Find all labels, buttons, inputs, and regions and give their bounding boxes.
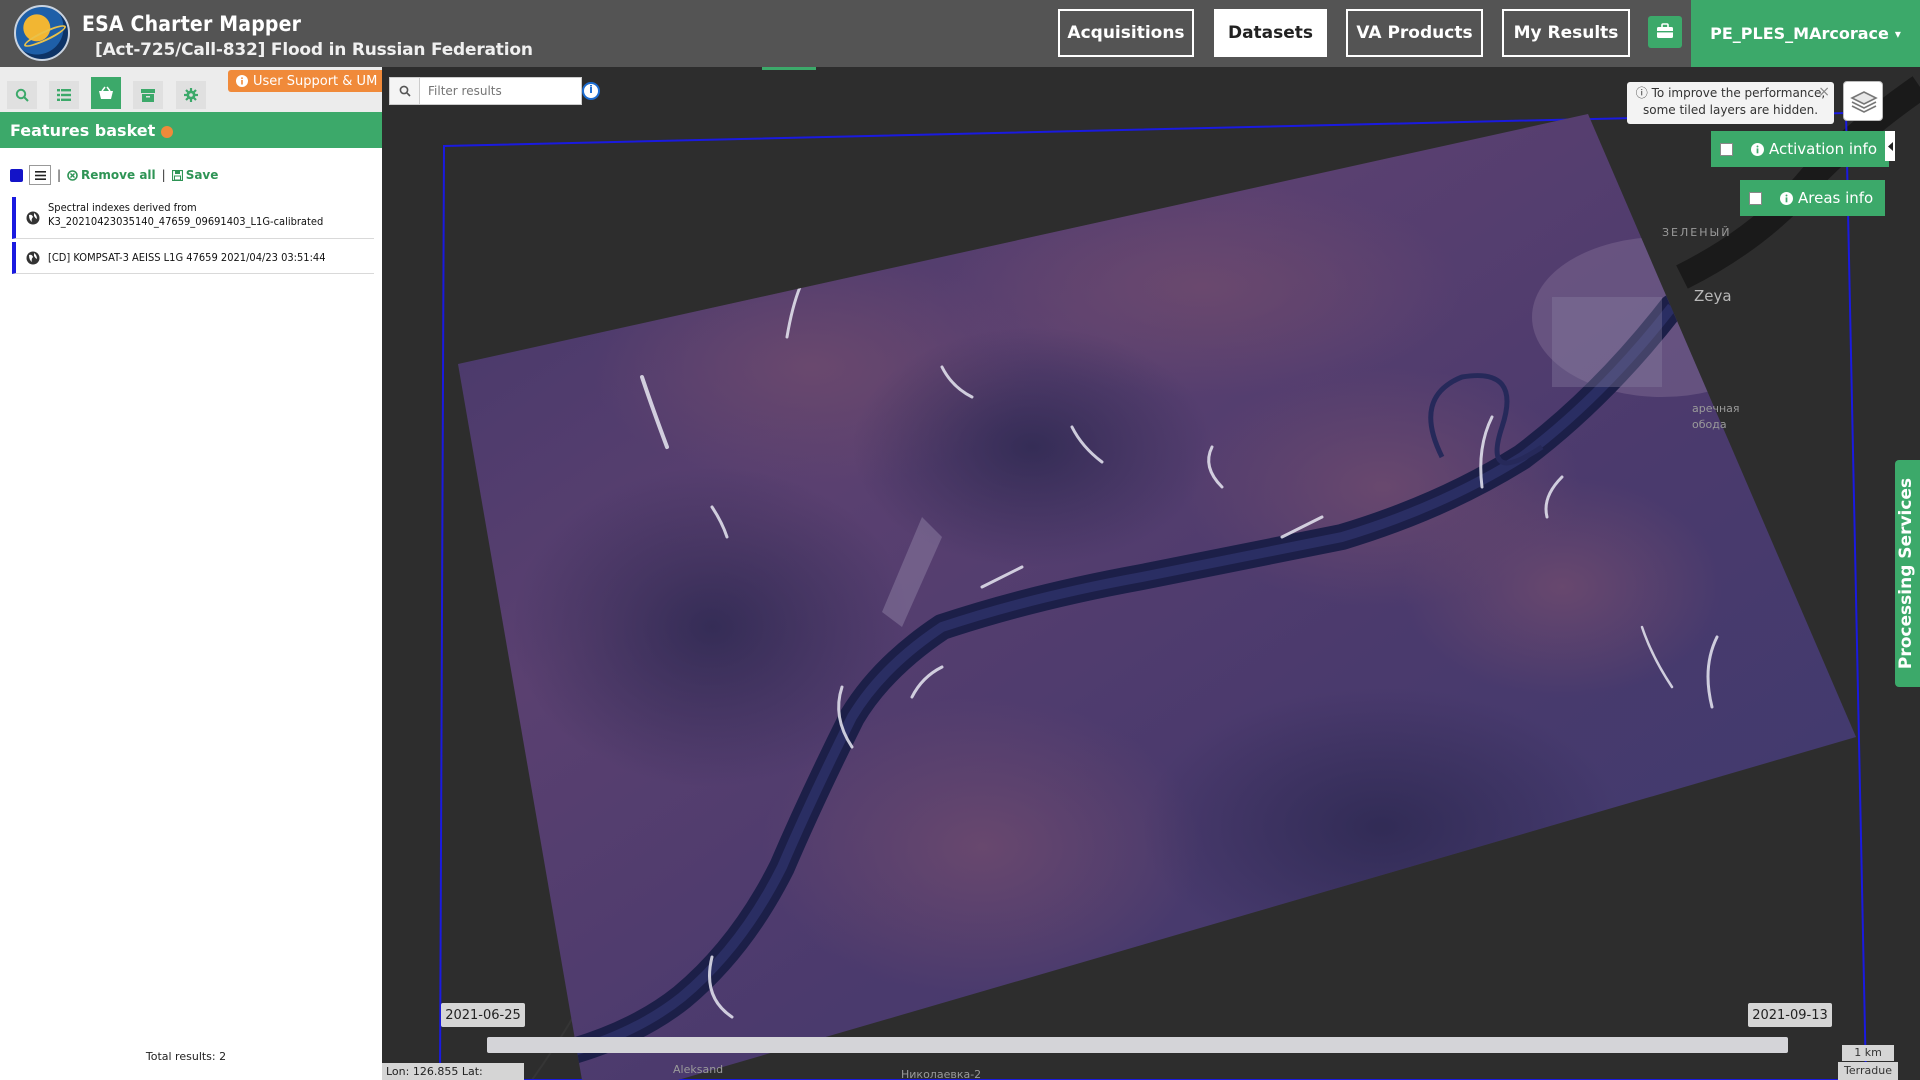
rss-icon[interactable]: [161, 125, 174, 138]
activation-title: [Act-725/Call-832] Flood in Russian Fede…: [95, 40, 533, 60]
areas-info-toggle: Areas info: [1740, 180, 1886, 216]
place-label: Zeya: [1694, 287, 1732, 305]
info-icon: [1780, 191, 1793, 205]
save-label: Save: [185, 168, 219, 182]
app-header: ESA Charter Mapper [Act-725/Call-832] Fl…: [0, 0, 1920, 67]
areas-info-label: Areas info: [1798, 189, 1874, 207]
basket-item-label: [CD] KOMPSAT-3 AEISS L1G 47659 2021/04/2…: [48, 251, 326, 264]
activation-info-toggle: Activation info: [1711, 131, 1889, 167]
activation-info-button[interactable]: Activation info: [1741, 131, 1889, 167]
remove-circle-icon: [67, 169, 78, 181]
info-icon: ⓘ: [1635, 86, 1652, 100]
place-label: ЗЕЛЕНЫЙ: [1662, 226, 1732, 239]
collapse-right-button[interactable]: [1885, 131, 1895, 161]
satellite-scene: [458, 114, 1856, 1080]
close-icon[interactable]: ×: [1818, 84, 1830, 101]
layers-button[interactable]: [1843, 81, 1883, 121]
activation-info-label: Activation info: [1769, 140, 1877, 158]
total-results: Total results: 2: [145, 1050, 227, 1063]
filter-info-icon[interactable]: [582, 82, 600, 100]
top-indicator: [762, 67, 816, 70]
archive-tab[interactable]: [133, 81, 163, 109]
esa-charter-logo[interactable]: [14, 5, 70, 61]
map-attribution: Terradue: [1838, 1062, 1898, 1080]
save-link[interactable]: Save: [171, 168, 219, 182]
info-icon: [236, 75, 248, 87]
place-label: Николаевка-2: [901, 1068, 982, 1080]
timeline-slider[interactable]: [487, 1037, 1788, 1053]
remove-all-label: Remove all: [81, 168, 156, 182]
areas-info-checkbox[interactable]: [1740, 180, 1770, 216]
globe-icon: [26, 211, 40, 224]
timeline-end-date: 2021-09-13: [1748, 1003, 1832, 1027]
user-support-button[interactable]: User Support & UM: [228, 70, 382, 92]
basket-item-label: Spectral indexes derived from K3_2021042…: [48, 201, 324, 228]
filter-results-input[interactable]: [420, 84, 570, 98]
filter-results-box: [389, 77, 582, 105]
remove-all-link[interactable]: Remove all: [67, 168, 156, 182]
perf-tooltip-line2: some tiled layers are hidden.: [1642, 103, 1819, 117]
map-view[interactable]: ЗЕЛЕНЫЙ Zeya аречная ободa Aleksand Нико…: [382, 67, 1920, 1080]
cursor-coordinates: Lon: 126.855 Lat: 53.746: [382, 1063, 524, 1080]
place-label: аречная: [1692, 402, 1740, 415]
floppy-disk-icon: [171, 169, 183, 181]
va-products-button[interactable]: VA Products: [1346, 9, 1483, 57]
map-canvas[interactable]: [382, 67, 1920, 1080]
filter-search-button[interactable]: [390, 78, 420, 104]
select-all-checkbox[interactable]: [10, 168, 23, 182]
perf-tooltip-text: To improve the performance,: [1651, 86, 1826, 100]
list-tab[interactable]: [49, 81, 79, 109]
basket-title: Features basket: [10, 120, 156, 140]
basket-item[interactable]: Spectral indexes derived from K3_2021042…: [12, 197, 374, 239]
place-label: Aleksand: [673, 1063, 724, 1076]
separator: |: [57, 168, 62, 182]
activation-info-checkbox[interactable]: [1711, 131, 1741, 167]
settings-tab[interactable]: [176, 81, 206, 109]
timeline-start-date: 2021-06-25: [441, 1003, 525, 1027]
briefcase-icon: [1657, 23, 1673, 38]
search-tab[interactable]: [7, 81, 37, 109]
features-basket-header: Features basket: [0, 112, 382, 148]
gear-icon: [184, 88, 198, 102]
list-icon: [57, 89, 71, 101]
search-icon: [15, 88, 29, 102]
place-label: ободa: [1692, 418, 1727, 431]
basket-icon: [99, 86, 113, 99]
panel-toolbar: User Support & UM: [0, 67, 382, 112]
chevron-down-icon: ▾: [1894, 26, 1901, 41]
scale-bar: 1 km: [1842, 1045, 1894, 1061]
user-name: PE_PLES_MArcorace: [1710, 24, 1889, 43]
left-panel: User Support & UM Features basket | Remo…: [0, 67, 382, 1080]
basket-item[interactable]: [CD] KOMPSAT-3 AEISS L1G 47659 2021/04/2…: [12, 242, 374, 274]
datasets-button[interactable]: Datasets: [1214, 9, 1327, 57]
basket-actions: | Remove all | Save: [10, 165, 218, 185]
perf-tooltip-line1: ⓘ To improve the performance,: [1627, 85, 1834, 102]
performance-tooltip: ⓘ To improve the performance, some tiled…: [1627, 82, 1834, 124]
basket-menu-button[interactable]: [29, 165, 51, 185]
my-results-button[interactable]: My Results: [1502, 9, 1630, 57]
search-icon: [399, 85, 411, 97]
hamburger-icon: [34, 170, 46, 180]
areas-info-button[interactable]: Areas info: [1770, 180, 1886, 216]
separator: |: [161, 168, 166, 182]
user-menu[interactable]: PE_PLES_MArcorace ▾: [1691, 0, 1920, 67]
acquisitions-button[interactable]: Acquisitions: [1058, 9, 1194, 57]
user-support-label: User Support & UM: [253, 73, 378, 89]
globe-icon: [26, 251, 40, 264]
layers-icon: [1850, 91, 1878, 113]
briefcase-button[interactable]: [1648, 16, 1682, 48]
processing-services-label: Processing Services: [1896, 477, 1916, 670]
app-title: ESA Charter Mapper: [82, 12, 302, 36]
info-icon: [1751, 142, 1764, 156]
archive-icon: [141, 88, 155, 102]
basket-tab[interactable]: [91, 77, 121, 109]
caret-left-icon: [1887, 141, 1893, 151]
